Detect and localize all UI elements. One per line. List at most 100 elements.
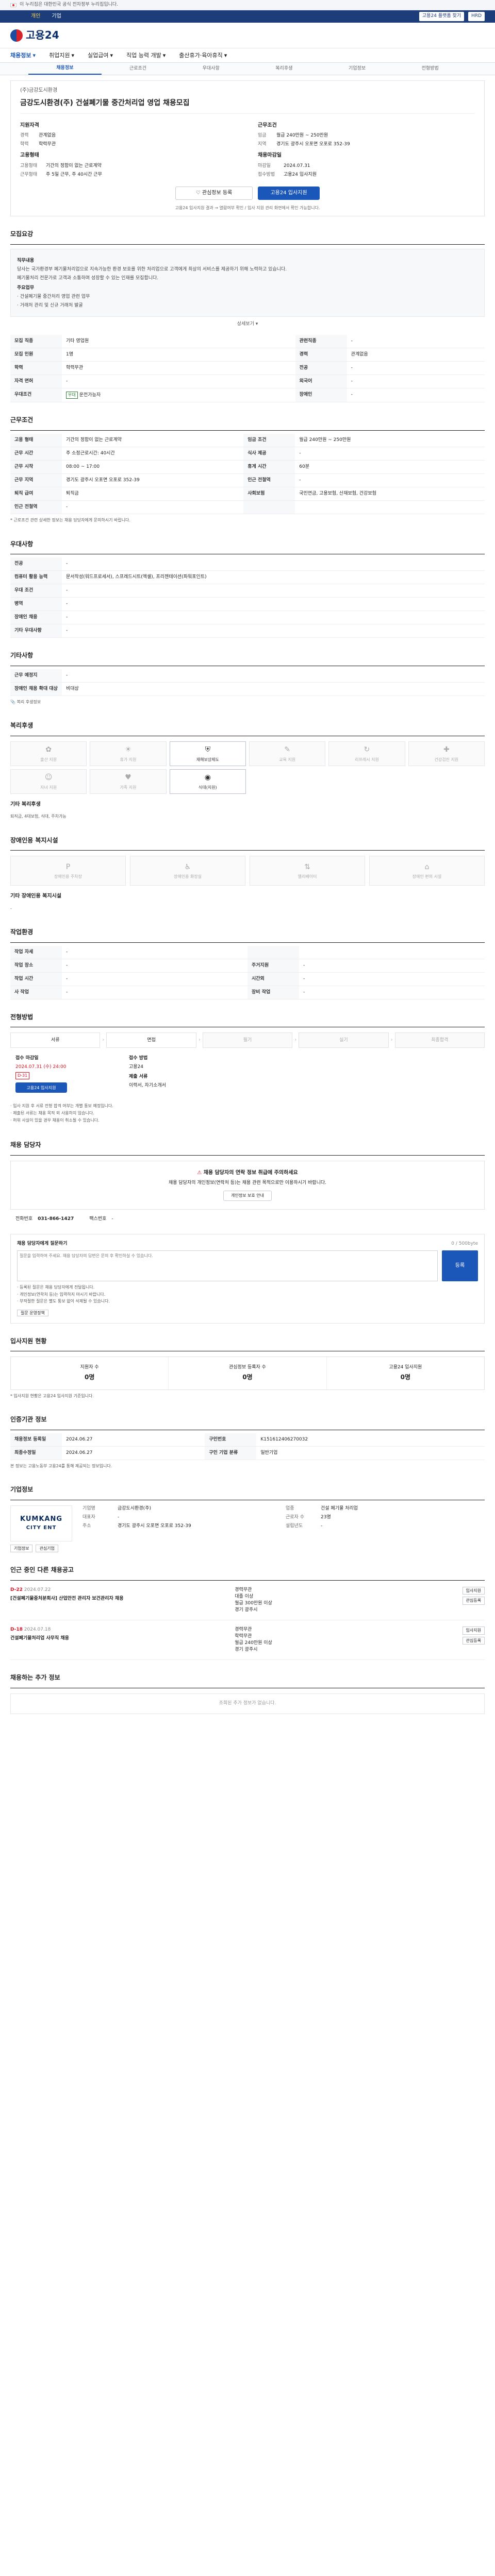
env-table: 작업 자세 - 작업 장소 - 주거지원 - 작업 시간 - 시간외 - 사 작업 - 장비 작업… [10, 945, 485, 999]
section-tabs: 채용정보 근로조건 우대사항 복리후생 기업정보 전형방법 [0, 63, 495, 75]
list-item[interactable]: D-22 2024.07.22 [건설폐기물중처분회사] 산업안전 관리자 보건관… [10, 1581, 485, 1621]
nav-item-leave[interactable]: 출산휴가·육아휴직 ▾ [179, 52, 227, 60]
work-table: 고용 형태 기간의 정함이 없는 근로계약 임금 조건 월급 240만원 ~ 250만… [10, 433, 485, 515]
recruit-title: 모집요강 [10, 216, 485, 245]
process-title: 전형방법 [10, 999, 485, 1028]
related-interest-button[interactable]: 관심등록 [462, 1636, 485, 1645]
process-apply-button[interactable]: 고용24 입사지원 [15, 1082, 67, 1093]
env-section: 작업환경 작업 자세 - 작업 장소 - 주거지원 - 작업 시간 - 시간외 - 사 작업 -… [10, 914, 485, 999]
tab-work[interactable]: 근로조건 [102, 65, 175, 72]
main-nav: 채용정보 ▾ 취업지원 ▾ 실업급여 ▾ 직업 능력 개발 ▾ 출산휴가·육아휴… [0, 48, 495, 63]
ask-box: 채용 담당자에게 질문하기0 / 500byte 등록 등록된 질문은 채용 담… [10, 1234, 485, 1324]
disabled-grid: P 장애인용 주차장 ♿ 장애인용 화장실 ⇅ 엘리베이터 ⌂ 장애인 편의 시설 [10, 856, 485, 886]
interest-button[interactable]: ♡ 관심정보 등록 [175, 186, 253, 200]
nav-item-jobs[interactable]: 채용정보 ▾ [10, 52, 36, 60]
type-title: 고용형태 [20, 152, 39, 159]
manager-title: 채용 담당자 [10, 1127, 485, 1156]
company-follow-button[interactable]: 관심기업 [36, 1544, 58, 1553]
tab-company[interactable]: 기업정보 [321, 65, 394, 72]
child-icon: ☺ [44, 773, 53, 782]
welfare-detail: 퇴직금, 4대보험, 식대, 주차가능 [10, 814, 67, 819]
stat-item: 관심정보 등록자 수 0명 [169, 1357, 327, 1389]
welfare-info-link[interactable]: 📎 복리 후생정보 [10, 696, 485, 708]
qualify-title: 지원자격 [20, 122, 39, 128]
work-title: 근무조건 [10, 402, 485, 431]
disabled-item: ♿ 장애인용 화장실 [130, 856, 245, 886]
welfare-item: ◉ 식대(지원) [169, 769, 246, 794]
related-apply-button[interactable]: 입사지원 [462, 1586, 485, 1595]
company-section: 기업정보 KUMKANG CITY ENT 기업명 금강도시환경(주) 업종 건설 … [10, 1472, 485, 1553]
stat-item: 고용24 입사지원 0명 [389, 1365, 422, 1381]
process-step: 최종합격 [394, 1032, 485, 1048]
company-title: 기업정보 [10, 1472, 485, 1500]
disabled-section: 장애인용 복지시설 P 장애인용 주차장 ♿ 장애인용 화장실 ⇅ 엘리베이터 ⌂ 장애… [10, 823, 485, 914]
site-logo[interactable]: 고용24 [10, 28, 59, 43]
nav-item-training[interactable]: 직업 능력 개발 ▾ [126, 52, 166, 60]
tab-recruit[interactable]: 채용정보 [28, 63, 102, 75]
related-apply-button[interactable]: 입사지원 [462, 1626, 485, 1635]
company-card: KUMKANG CITY ENT 기업명 금강도시환경(주) 업종 건설 폐기물 처… [10, 1505, 485, 1541]
policy-button[interactable]: 질문 운영정책 [17, 1310, 48, 1317]
welfare-item: ☀ 휴가 지원 [90, 741, 167, 766]
welfare-item: ♥ 가족 지원 [90, 769, 167, 794]
privacy-button[interactable]: 개인정보 보호 안내 [223, 1191, 272, 1201]
dday-badge: D-31 [15, 1072, 30, 1079]
ask-notes: 등록된 질문은 채용 담당자에게 전달됩니다. 개인정보(연락처 등)는 입력하… [17, 1281, 478, 1309]
disabled-item: P 장애인용 주차장 [10, 856, 126, 886]
welfare-item: ☺ 자녀 지원 [10, 769, 87, 794]
list-item[interactable]: D-18 2024.07.18 건설폐기물처리업 사무직 채용 경력무관 학력무관 월… [10, 1620, 485, 1660]
top-bar: 개인 기업 고용24 플랫폼 찾기 HRD [0, 10, 495, 23]
tab-welfare[interactable]: 복리후생 [248, 65, 321, 72]
prefer-table: 전공 - 컴퓨터 활용 능력 문서작성(워드프로세서), 스프레드시트(엑셀), 프… [10, 557, 485, 638]
ask-send-button[interactable]: 등록 [442, 1250, 478, 1282]
related-interest-button[interactable]: 관심등록 [462, 1597, 485, 1605]
applicants-note: * 입사지원 현황은 고용24 입사지원 기준입니다. [10, 1393, 94, 1398]
platform-link[interactable]: 고용24 플랫폼 찾기 [419, 12, 465, 21]
nav-item-benefit[interactable]: 실업급여 ▾ [88, 52, 113, 60]
welfare-item: ↻ 리프레시 지원 [328, 741, 405, 766]
arrow-right-icon: › [198, 1037, 201, 1043]
receipt-title: 채용마감일 [258, 152, 282, 159]
shield-icon: ⛨ [205, 745, 211, 754]
disabled-item: ⇅ 엘리베이터 [250, 856, 365, 886]
hrd-link[interactable]: HRD [468, 12, 485, 21]
logo-text: 고용24 [26, 29, 59, 41]
related-title: 인근 중인 다른 채용공고 [10, 1552, 485, 1581]
ask-input[interactable] [17, 1250, 438, 1282]
arrow-right-icon: › [390, 1037, 393, 1043]
welfare-item: ⛨ 재해보상제도 [169, 741, 246, 766]
recruit-section: 모집요강 직무내용 당사는 국가환경부 폐기물처리업으로 지속가능한 환경 보호… [10, 216, 485, 403]
welfare-title: 복리후생 [10, 708, 485, 736]
top-tab-personal[interactable]: 개인 [31, 13, 40, 21]
refresh-icon: ↻ [364, 745, 370, 754]
process-step: 면접 [106, 1032, 196, 1048]
work-note: * 근로조건 관련 상세한 정보는 채용 담당자에게 문의하시기 바랍니다. [10, 518, 130, 523]
top-tab-company[interactable]: 기업 [52, 13, 61, 21]
env-title: 작업환경 [10, 914, 485, 943]
company-logo: KUMKANG CITY ENT [10, 1505, 72, 1541]
health-icon: ✚ [443, 745, 450, 754]
manager-section: 채용 담당자 ⚠ 채용 담당자의 연락 정보 취급에 주의하세요 채용 담당자의… [10, 1127, 485, 1324]
applicants-title: 입사지원 현황 [10, 1324, 485, 1352]
vacation-icon: ☀ [125, 745, 131, 754]
arrow-right-icon: › [102, 1037, 105, 1043]
family-icon: ♥ [125, 773, 131, 782]
nav-item-support[interactable]: 취업지원 ▾ [49, 52, 74, 60]
company-info-button[interactable]: 기업정보 [10, 1544, 33, 1553]
condition-title: 근무조건 [258, 122, 277, 128]
more-button[interactable]: 상세보기 ▾ [10, 317, 485, 332]
process-notes: 입사 지원 후 서류 전형 합격 여부는 개별 통보 예정입니다. 제출된 서류… [10, 1100, 485, 1127]
book-icon: ✎ [284, 745, 291, 754]
korea-flag-icon [10, 3, 16, 7]
facility-icon: ⌂ [424, 862, 430, 871]
manager-warning: ⚠ 채용 담당자의 연락 정보 취급에 주의하세요 채용 담당자의 개인정보(연… [10, 1160, 485, 1210]
disabled-detail-title: 기타 장애인용 복지시설 [10, 893, 61, 900]
tab-prefer[interactable]: 우대사항 [174, 65, 248, 72]
company-name: (주)금강도시환경 [20, 88, 58, 93]
apply-button[interactable]: 고용24 입사지원 [258, 186, 320, 200]
welfare-item: ✚ 건강검진 지원 [408, 741, 485, 766]
logo-mark-icon [10, 29, 23, 42]
gov-banner: 이 누리집은 대한민국 공식 전자정부 누리집입니다. [0, 0, 495, 10]
prefer-title: 우대사항 [10, 527, 485, 554]
tab-process[interactable]: 전형방법 [393, 65, 467, 72]
